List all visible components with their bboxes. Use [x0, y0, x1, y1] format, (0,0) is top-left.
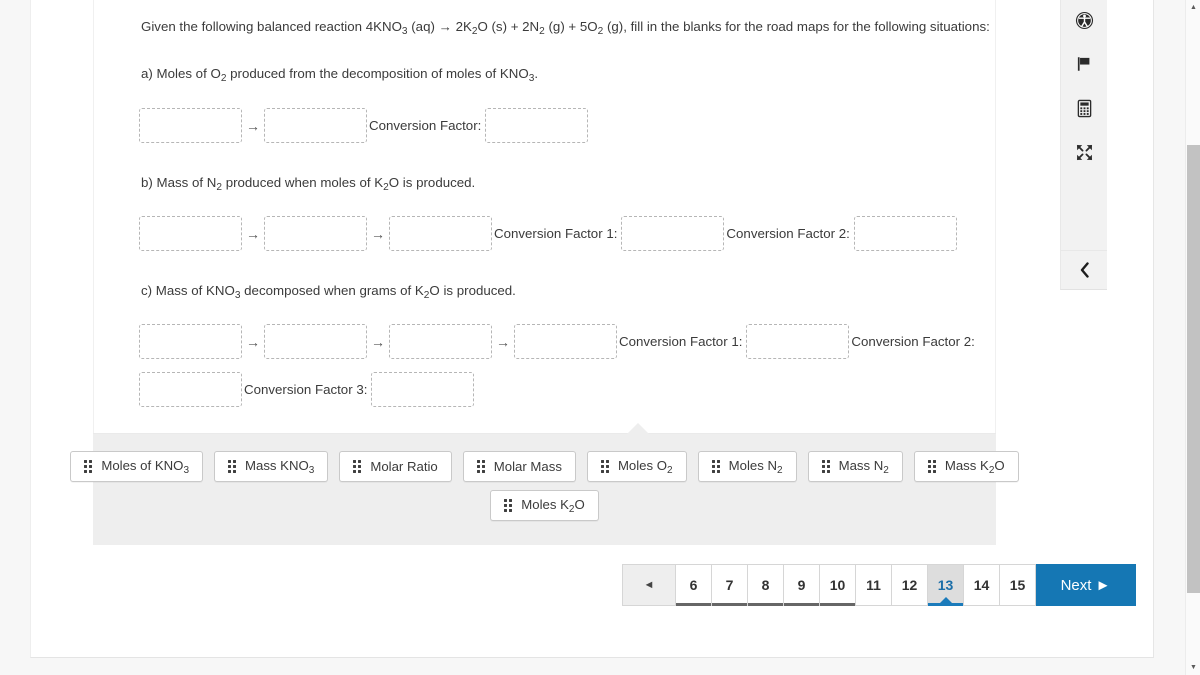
dropzone-c-1[interactable] [139, 324, 242, 359]
conversion-factor-label-b-2: Conversion Factor 2: [726, 226, 850, 241]
pagination-page-13-current[interactable]: 13 [928, 564, 964, 606]
dropzone-b-cf-1[interactable] [621, 216, 725, 251]
token-mass-n2[interactable]: Mass N2 [807, 451, 903, 482]
dropzone-a-1[interactable] [139, 108, 242, 143]
conversion-factor-label-c-2: Conversion Factor 2: [851, 334, 975, 349]
question-area: Given the following balanced reaction 4K… [93, 0, 996, 433]
token-label: Moles K2O [521, 496, 585, 515]
pagination-page-14[interactable]: 14 [964, 564, 1000, 606]
assignment-card: Given the following balanced reaction 4K… [30, 0, 1154, 658]
pagination-prev-button[interactable]: ◄ [622, 564, 676, 606]
drag-handle-icon[interactable] [476, 460, 485, 473]
chevron-left-icon [1080, 262, 1089, 278]
dropzone-c-cf-3[interactable] [371, 372, 475, 407]
part-a-text: a) Moles of O2 produced from the decompo… [141, 66, 539, 84]
line-break [139, 359, 989, 372]
token-moles-of-kno3[interactable]: Moles of KNO3 [70, 451, 204, 482]
arrow-icon: → [246, 225, 260, 242]
arrow-icon: → [371, 333, 385, 350]
pagination-page-8[interactable]: 8 [748, 564, 784, 606]
tool-rail [1060, 0, 1107, 258]
drag-handle-icon[interactable] [711, 460, 720, 473]
pagination-page-15[interactable]: 15 [1000, 564, 1036, 606]
token-mass-kno3[interactable]: Mass KNO3 [214, 451, 329, 482]
scrollbar-up-arrow[interactable]: ▲ [1186, 0, 1200, 15]
dropzone-c-4[interactable] [514, 324, 617, 359]
arrow-icon: → [371, 225, 385, 242]
token-molar-mass[interactable]: Molar Mass [462, 451, 576, 482]
drag-handle-icon[interactable] [821, 460, 830, 473]
part-b-text: b) Mass of N2 produced when moles of K2O… [141, 175, 476, 193]
dropzone-a-cf-1[interactable] [485, 108, 589, 143]
question-prompt: Given the following balanced reaction 4K… [141, 19, 990, 37]
token-label: Mass N2 [838, 457, 889, 476]
pagination-page-10[interactable]: 10 [820, 564, 856, 606]
roadmap-row-a: → Conversion Factor: [139, 108, 989, 143]
drag-handle-icon[interactable] [927, 460, 936, 473]
token-moles-o2[interactable]: Moles O2 [586, 451, 687, 482]
bank-notch [627, 423, 649, 434]
conversion-factor-label-c-1: Conversion Factor 1: [619, 334, 743, 349]
fullscreen-icon[interactable] [1069, 138, 1099, 166]
conversion-factor-label-a-1: Conversion Factor: [369, 118, 482, 133]
token-label: Moles O2 [617, 457, 673, 476]
token-bank-rows: Moles of KNO3 Mass KNO3 Molar Ratio Mola… [70, 451, 1019, 529]
pagination: ◄ 6 7 8 9 10 11 12 13 14 15 Next ► [622, 564, 1136, 606]
dropzone-b-2[interactable] [264, 216, 367, 251]
calculator-icon[interactable] [1069, 94, 1099, 122]
part-c-text: c) Mass of KNO3 decomposed when grams of… [141, 283, 516, 301]
pagination-page-11[interactable]: 11 [856, 564, 892, 606]
token-label: Molar Mass [493, 459, 562, 474]
token-moles-k2o[interactable]: Moles K2O [490, 490, 599, 521]
token-mass-k2o[interactable]: Mass K2O [913, 451, 1019, 482]
drag-handle-icon[interactable] [504, 499, 513, 512]
dropzone-a-2[interactable] [264, 108, 367, 143]
dropzone-b-cf-2[interactable] [853, 216, 957, 251]
token-label: Mass K2O [944, 457, 1005, 476]
page-root: Given the following balanced reaction 4K… [0, 0, 1200, 675]
dropzone-c-cf-1[interactable] [746, 324, 850, 359]
drag-handle-icon[interactable] [84, 460, 93, 473]
token-label: Molar Ratio [370, 459, 438, 474]
conversion-factor-label-c-3: Conversion Factor 3: [244, 382, 368, 397]
flag-icon[interactable] [1069, 50, 1099, 78]
token-bank: Moles of KNO3 Mass KNO3 Molar Ratio Mola… [70, 423, 1019, 545]
dropzone-b-1[interactable] [139, 216, 242, 251]
pagination-page-number: 13 [937, 577, 954, 593]
drag-handle-icon[interactable] [353, 460, 362, 473]
conversion-factor-label-b-1: Conversion Factor 1: [494, 226, 618, 241]
scrollbar-down-arrow[interactable]: ▼ [1186, 660, 1200, 675]
dropzone-c-2[interactable] [264, 324, 367, 359]
current-page-caret [939, 597, 952, 603]
roadmap-row-b: → → Conversion Factor 1: Conversion Fact… [139, 216, 989, 251]
page-scrollbar[interactable]: ▲ ▼ [1185, 0, 1200, 675]
collapse-panel-button[interactable] [1060, 250, 1107, 290]
token-row: Moles K2O [93, 490, 996, 521]
drag-handle-icon[interactable] [600, 460, 609, 473]
roadmap-row-c: → → → Conversion Factor 1: Conversion Fa… [139, 324, 989, 407]
arrow-icon: → [246, 117, 260, 134]
token-label: Moles of KNO3 [101, 457, 190, 476]
dropzone-b-3[interactable] [389, 216, 492, 251]
token-label: Moles N2 [728, 457, 783, 476]
drag-handle-icon[interactable] [228, 460, 237, 473]
pagination-next-button[interactable]: Next ► [1036, 564, 1136, 606]
pagination-page-6[interactable]: 6 [676, 564, 712, 606]
pagination-page-9[interactable]: 9 [784, 564, 820, 606]
token-label: Mass KNO3 [245, 457, 315, 476]
pagination-page-12[interactable]: 12 [892, 564, 928, 606]
token-molar-ratio[interactable]: Molar Ratio [339, 451, 452, 482]
token-row: Moles of KNO3 Mass KNO3 Molar Ratio Mola… [70, 451, 1019, 482]
scrollbar-thumb[interactable] [1187, 145, 1200, 593]
dropzone-c-cf-2[interactable] [139, 372, 242, 407]
arrow-icon: → [496, 333, 510, 350]
arrow-icon: → [246, 333, 260, 350]
token-moles-n2[interactable]: Moles N2 [697, 451, 797, 482]
accessibility-icon[interactable] [1069, 6, 1099, 34]
dropzone-c-3[interactable] [389, 324, 492, 359]
pagination-page-7[interactable]: 7 [712, 564, 748, 606]
